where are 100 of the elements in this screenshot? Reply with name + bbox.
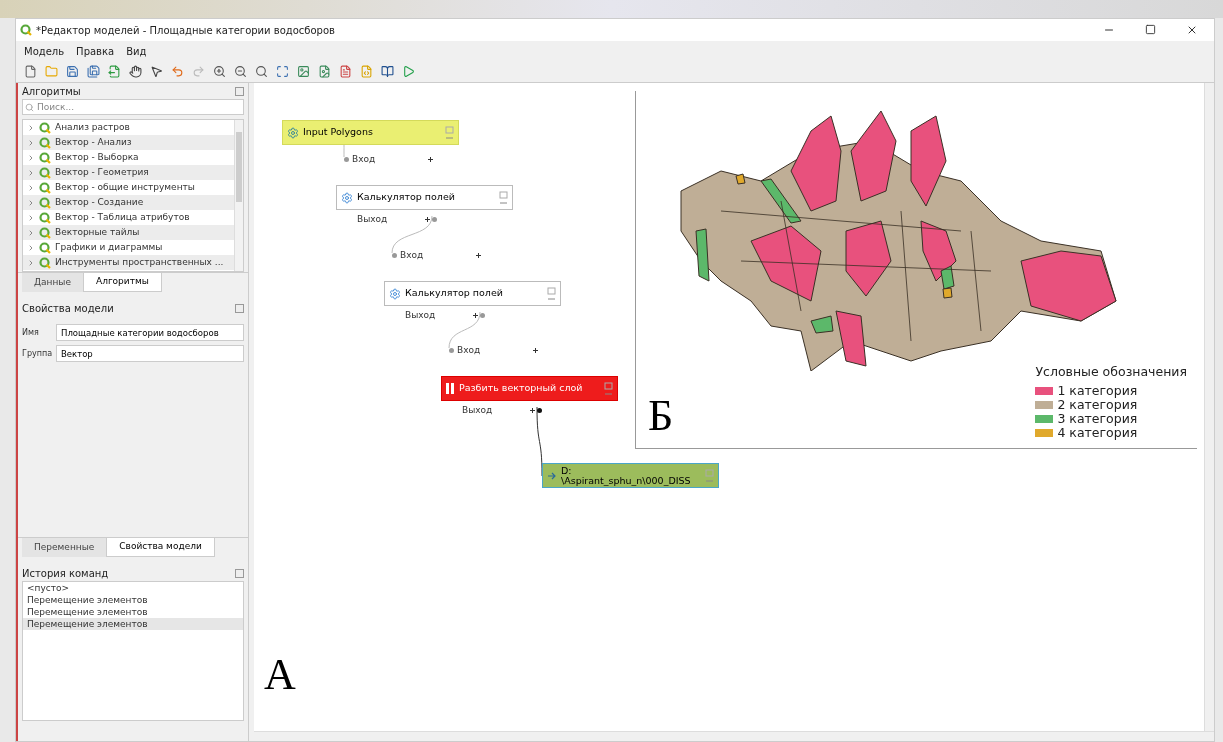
- tree-item-label: Анализ растров: [55, 120, 130, 134]
- app-logo-icon: [39, 136, 51, 149]
- app-logo-icon: [39, 211, 51, 224]
- tree-item[interactable]: Вектор - Анализ: [23, 135, 234, 150]
- node-menu-icon[interactable]: [499, 190, 508, 205]
- port-dot-icon[interactable]: [392, 253, 397, 259]
- tree-item-label: Векторные тайлы: [55, 225, 140, 239]
- output-node[interactable]: D: \Aspirant_sphu_n\000_DISS: [542, 463, 719, 488]
- tree-item[interactable]: Инструменты пространственных ...: [23, 255, 234, 270]
- panel-title: Свойства модели: [22, 301, 114, 316]
- node-menu-icon[interactable]: [547, 286, 556, 301]
- run-icon[interactable]: [402, 65, 415, 78]
- save-as-icon[interactable]: [87, 65, 100, 78]
- book-icon[interactable]: [381, 65, 394, 78]
- maximize-icon[interactable]: [1145, 24, 1156, 35]
- tree-item-label: Вектор - общие инструменты: [55, 180, 195, 194]
- add-port-icon[interactable]: [425, 217, 430, 223]
- figure-label: Б: [648, 394, 674, 438]
- add-port-icon[interactable]: [533, 348, 539, 354]
- save-icon[interactable]: [66, 65, 79, 78]
- history-item[interactable]: Перемещение элементов: [23, 618, 243, 630]
- port-dot-icon[interactable]: [449, 348, 454, 354]
- node-menu-icon[interactable]: [604, 381, 613, 396]
- input-port-label: Вход: [457, 344, 481, 357]
- tree-item[interactable]: Вектор - Создание: [23, 195, 234, 210]
- menu-item[interactable]: Правка: [76, 43, 115, 59]
- add-port-icon[interactable]: [530, 408, 535, 414]
- panel-tab[interactable]: Свойства модели: [106, 538, 215, 557]
- app-logo-icon: [39, 226, 51, 239]
- panel-tab[interactable]: Алгоритмы: [82, 273, 162, 292]
- zoom-search-icon[interactable]: [255, 65, 268, 78]
- algorithm-node[interactable]: Калькулятор полей: [336, 185, 513, 210]
- close-icon[interactable]: [1186, 24, 1198, 36]
- app-logo-icon: [39, 241, 51, 254]
- menu-item[interactable]: Модель: [24, 43, 65, 59]
- history-item[interactable]: Перемещение элементов: [23, 606, 243, 618]
- zoom-out-icon[interactable]: [234, 65, 247, 78]
- tree-item[interactable]: Векторные тайлы: [23, 225, 234, 240]
- algorithm-node[interactable]: Input Polygons: [282, 120, 459, 145]
- app-logo-icon: [39, 181, 51, 194]
- export-icon[interactable]: [108, 65, 121, 78]
- model-canvas[interactable]: [254, 83, 1204, 731]
- tree-item-label: Вектор - Создание: [55, 195, 144, 209]
- algorithm-node[interactable]: Разбить векторный слой: [441, 376, 618, 401]
- image-file-icon[interactable]: [318, 65, 331, 78]
- float-panel-icon[interactable]: [235, 568, 244, 578]
- app-logo-icon: [39, 151, 51, 164]
- app-logo-icon: [39, 166, 51, 179]
- node-label: D:: [561, 465, 573, 476]
- output-port-label: Выход: [405, 309, 436, 322]
- port-dot-icon[interactable]: [480, 313, 485, 319]
- text-field[interactable]: Площадные категории водосборов: [56, 324, 244, 341]
- pause-icon: [446, 383, 455, 394]
- add-port-icon[interactable]: [476, 253, 482, 259]
- input-port-label: Вход: [400, 249, 424, 262]
- tree-item[interactable]: Вектор - Геометрия: [23, 165, 234, 180]
- add-port-icon[interactable]: [473, 313, 478, 319]
- float-panel-icon[interactable]: [235, 303, 244, 313]
- port-dot-icon[interactable]: [432, 217, 437, 223]
- connector-line: [536, 407, 543, 476]
- history-item[interactable]: <пусто>: [23, 582, 243, 594]
- menu-item[interactable]: Вид: [126, 43, 147, 59]
- pdf-file-icon[interactable]: [339, 65, 352, 78]
- port-dot-icon[interactable]: [537, 408, 542, 414]
- undo-icon[interactable]: [171, 65, 184, 78]
- panel-title: Алгоритмы: [22, 84, 81, 99]
- app-logo-icon: [39, 121, 51, 134]
- float-panel-icon[interactable]: [235, 86, 244, 96]
- scrollbar[interactable]: [234, 120, 243, 271]
- tree-item-label: Вектор - Анализ: [55, 135, 132, 149]
- tree-item-label: Вектор - Таблица атрибутов: [55, 210, 190, 224]
- node-label: Разбить векторный слой: [459, 381, 583, 396]
- node-label: Калькулятор полей: [357, 190, 455, 205]
- panel-tab[interactable]: Переменные: [22, 538, 107, 557]
- connector-line: [448, 312, 481, 348]
- port-dot-icon[interactable]: [344, 157, 349, 163]
- image-icon[interactable]: [297, 65, 310, 78]
- search-field[interactable]: Поиск...: [22, 99, 244, 115]
- algorithm-node[interactable]: Калькулятор полей: [384, 281, 561, 306]
- gear-icon: [389, 287, 401, 300]
- history-item[interactable]: Перемещение элементов: [23, 594, 243, 606]
- hand-icon[interactable]: [129, 65, 142, 78]
- node-label: \Aspirant_sphu_n\000_DISS: [561, 475, 691, 486]
- zoom-full-icon[interactable]: [276, 65, 289, 78]
- legend-title: Условные обозначения: [1035, 363, 1187, 382]
- panel-tab[interactable]: Данные: [22, 273, 83, 292]
- text-field[interactable]: Вектор: [56, 345, 244, 362]
- folder-icon[interactable]: [45, 65, 58, 78]
- node-menu-icon[interactable]: [445, 125, 454, 140]
- input-port-label: Вход: [352, 153, 376, 166]
- zoom-in-icon[interactable]: [213, 65, 226, 78]
- pointer-icon[interactable]: [150, 65, 163, 78]
- connector-line: [391, 216, 433, 253]
- node-menu-icon[interactable]: [705, 468, 714, 483]
- add-port-icon[interactable]: [428, 157, 434, 163]
- svg-file-icon[interactable]: [360, 65, 373, 78]
- app-logo-icon: [39, 256, 51, 269]
- redo-icon[interactable]: [192, 65, 205, 78]
- new-file-icon[interactable]: [24, 65, 37, 78]
- tree-item-label: Инструменты пространственных ...: [55, 255, 224, 269]
